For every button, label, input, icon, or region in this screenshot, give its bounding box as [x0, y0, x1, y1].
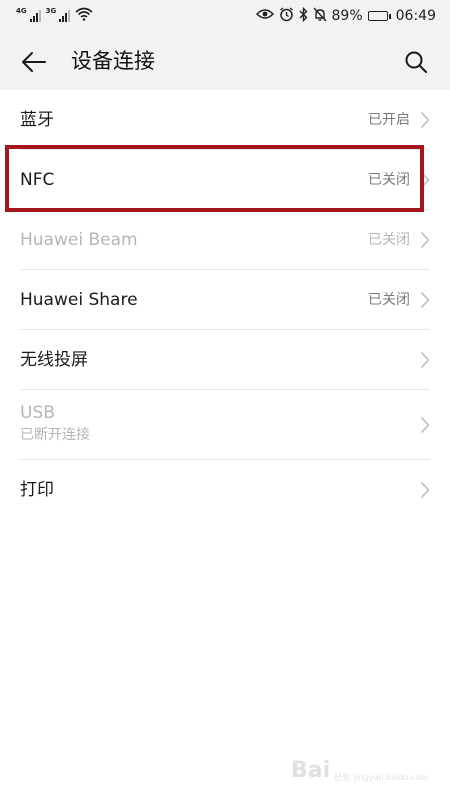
row-sublabel: 已断开连接 [20, 427, 90, 443]
row-huawei-share[interactable]: Huawei Share 已关闭 [0, 270, 450, 330]
row-bluetooth[interactable]: 蓝牙 已开启 [0, 90, 450, 150]
row-label: 无线投屏 [20, 350, 88, 370]
watermark-url: jingyan.baidu.com [354, 773, 428, 782]
row-nfc[interactable]: NFC 已关闭 [0, 150, 450, 210]
network-type-1: 4G [16, 6, 27, 15]
row-status: 已关闭 [368, 232, 410, 248]
signal-strength-icon [29, 10, 41, 22]
row-label: 打印 [20, 480, 54, 500]
row-label: 蓝牙 [20, 110, 54, 130]
row-status: 已开启 [368, 112, 410, 128]
back-button[interactable] [18, 46, 50, 78]
row-status: 已关闭 [368, 172, 410, 188]
row-label: USB [20, 403, 55, 423]
signal-strength-icon-2 [59, 10, 71, 22]
baidu-watermark: Bai 经验 jingyan.baidu.com [291, 760, 428, 782]
battery-percent: 89% [331, 8, 363, 24]
settings-list: 蓝牙 已开启 NFC 已关闭 Huawei Beam 已关闭 Huawei Sh… [0, 90, 450, 520]
eye-comfort-icon [255, 8, 274, 24]
watermark-tail: 经验 [334, 773, 351, 782]
chevron-right-icon [420, 231, 430, 249]
status-bar: 4G 3G 89% 06:49 [0, 0, 450, 32]
wifi-icon [75, 7, 93, 25]
mute-icon [313, 7, 327, 26]
status-bar-right: 89% 06:49 [255, 6, 436, 26]
chevron-right-icon [420, 171, 430, 189]
chevron-right-icon [420, 481, 430, 499]
chevron-right-icon [420, 111, 430, 129]
chevron-right-icon [420, 416, 430, 434]
search-button[interactable] [400, 46, 432, 78]
row-print[interactable]: 打印 [0, 460, 450, 520]
row-usb[interactable]: USB 已断开连接 [0, 390, 450, 460]
battery-icon [367, 11, 391, 21]
row-huawei-beam[interactable]: Huawei Beam 已关闭 [0, 210, 450, 270]
chevron-right-icon [420, 351, 430, 369]
alarm-icon [279, 6, 294, 26]
network-type-2: 3G [45, 6, 57, 15]
back-arrow-icon [22, 52, 46, 72]
bluetooth-icon [299, 6, 308, 26]
row-label: Huawei Beam [20, 230, 138, 250]
page-title: 设备连接 [71, 49, 155, 73]
chevron-right-icon [420, 291, 430, 309]
device-connection-screen: 4G 3G 89% 06:49 设备连接 蓝牙 已开启 NFC 已关闭 Huaw… [0, 0, 450, 800]
search-icon [405, 51, 427, 73]
status-bar-left: 4G 3G [16, 7, 93, 25]
watermark-logo: Bai [291, 758, 331, 783]
row-status: 已关闭 [368, 292, 410, 308]
clock-time: 06:49 [395, 8, 436, 24]
row-label: NFC [20, 170, 55, 190]
row-label: Huawei Share [20, 290, 138, 310]
app-header: 设备连接 [0, 32, 450, 90]
row-wireless-projection[interactable]: 无线投屏 [0, 330, 450, 390]
